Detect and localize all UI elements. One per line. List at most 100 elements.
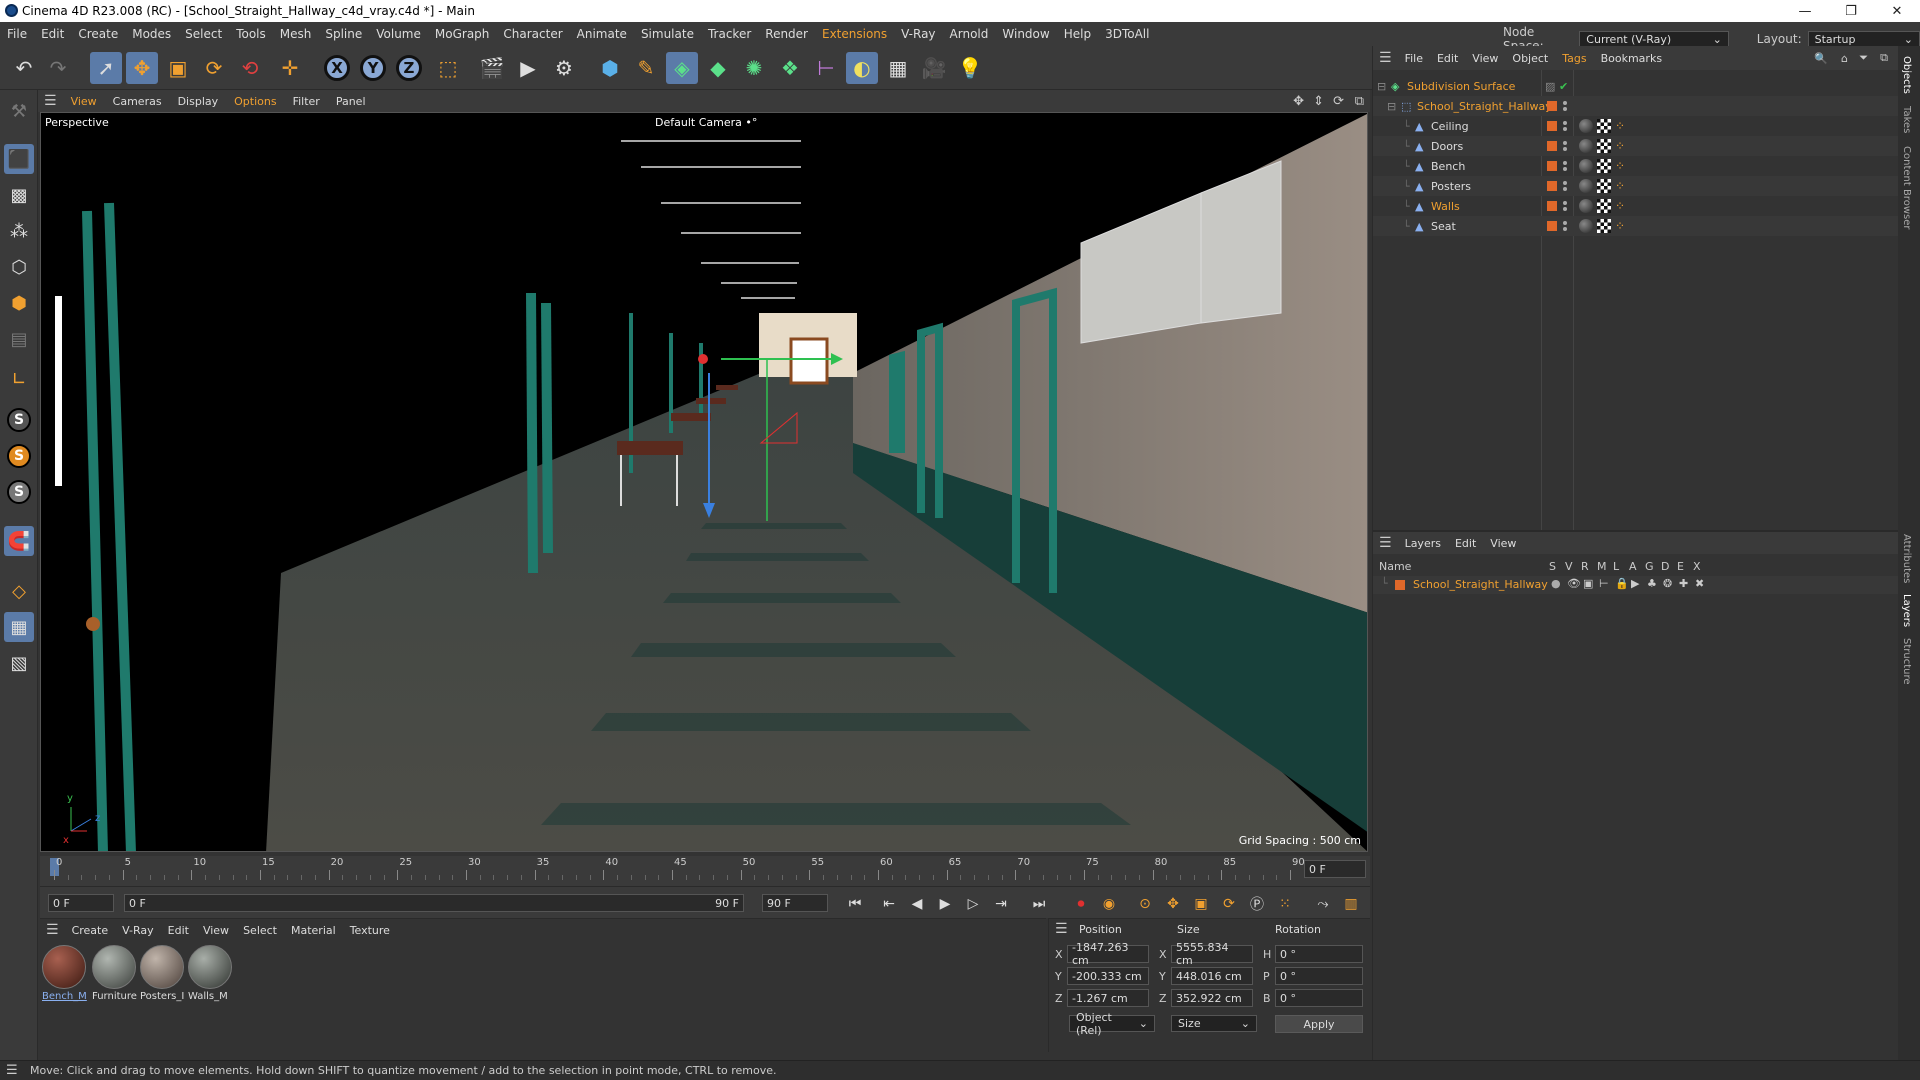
layer-column-header[interactable]: G bbox=[1645, 560, 1656, 573]
menu-animate[interactable]: Animate bbox=[570, 27, 634, 41]
size-x-field[interactable]: 5555.834 cm bbox=[1171, 941, 1253, 967]
mat-menu-texture[interactable]: Texture bbox=[343, 924, 397, 937]
phong-tag-icon[interactable]: ⁘ bbox=[1615, 140, 1627, 152]
minimize-button[interactable]: — bbox=[1782, 0, 1828, 22]
size-mode-dropdown[interactable]: Size ⌄ bbox=[1171, 1015, 1257, 1032]
render-dot[interactable] bbox=[1563, 147, 1567, 151]
coordinate-system-button[interactable]: ⬚ bbox=[432, 52, 464, 84]
render-view-button[interactable]: 🎬 bbox=[476, 52, 508, 84]
vp-menu-display[interactable]: Display bbox=[170, 95, 227, 108]
mat-menu-view[interactable]: View bbox=[196, 924, 236, 937]
menu-mograph[interactable]: MoGraph bbox=[428, 27, 497, 41]
hamburger-icon[interactable]: ☰ bbox=[38, 93, 63, 109]
polygons-mode-button[interactable]: ⬢ bbox=[4, 288, 34, 318]
render-settings-button[interactable]: ⚙ bbox=[548, 52, 580, 84]
layer-column-header[interactable]: X bbox=[1693, 560, 1704, 573]
layer-color-swatch[interactable] bbox=[1395, 580, 1405, 590]
phong-tag-icon[interactable]: ⁘ bbox=[1615, 120, 1627, 132]
hamburger-icon[interactable]: ☰ bbox=[6, 1063, 18, 1078]
motion-mode-button[interactable]: ⤳ bbox=[1312, 893, 1334, 915]
vp-menu-panel[interactable]: Panel bbox=[328, 95, 374, 108]
material-swatch[interactable]: Posters_I bbox=[140, 945, 186, 1005]
render-icon[interactable]: ▣ bbox=[1583, 577, 1593, 590]
material-swatch[interactable]: Furniture bbox=[92, 945, 138, 1005]
visibility-dot[interactable] bbox=[1563, 101, 1567, 105]
vray-material-tag-icon[interactable] bbox=[1579, 199, 1593, 213]
tab-objects[interactable]: Objects bbox=[1901, 56, 1912, 94]
layer-column-header[interactable]: V bbox=[1565, 560, 1576, 573]
goto-start-button[interactable]: ⏮ bbox=[844, 893, 866, 915]
visibility-dot[interactable] bbox=[1563, 141, 1567, 145]
menu-3dtoall[interactable]: 3DToAll bbox=[1098, 27, 1156, 41]
pan-view-icon[interactable]: ✥ bbox=[1293, 94, 1304, 109]
phong-tag-icon[interactable]: ⁘ bbox=[1615, 200, 1627, 212]
points-mode-button[interactable]: ⁂ bbox=[4, 216, 34, 246]
tab-takes[interactable]: Takes bbox=[1901, 106, 1912, 133]
hamburger-icon[interactable]: ☰ bbox=[40, 922, 65, 938]
menu-tracker[interactable]: Tracker bbox=[701, 27, 758, 41]
mat-menu-edit[interactable]: Edit bbox=[161, 924, 196, 937]
voronoi-button[interactable]: ❖ bbox=[774, 52, 806, 84]
menu-character[interactable]: Character bbox=[496, 27, 569, 41]
undo-button[interactable]: ↶ bbox=[8, 52, 40, 84]
deformer-button[interactable]: ⊢ bbox=[810, 52, 842, 84]
home-icon[interactable]: ⌂ bbox=[1841, 52, 1848, 65]
vp-menu-view[interactable]: View bbox=[63, 95, 105, 108]
obj-menu-edit[interactable]: Edit bbox=[1430, 52, 1465, 65]
rotation-h-field[interactable]: 0 ° bbox=[1275, 945, 1363, 963]
start-frame-field[interactable]: 0 F bbox=[48, 894, 114, 912]
obj-menu-bookmarks[interactable]: Bookmarks bbox=[1594, 52, 1669, 65]
uvw-tag-icon[interactable] bbox=[1597, 159, 1611, 173]
object-row-child[interactable]: └ ▲ Posters ⁘ bbox=[1373, 176, 1899, 196]
tab-layers[interactable]: Layers bbox=[1901, 594, 1912, 627]
move-tool-button[interactable]: ✥ bbox=[126, 52, 158, 84]
render-dot[interactable] bbox=[1563, 227, 1567, 231]
scale-tool-button[interactable]: ▣ bbox=[162, 52, 194, 84]
menu-select[interactable]: Select bbox=[178, 27, 229, 41]
layer-menu-view[interactable]: View bbox=[1483, 537, 1523, 550]
autokey-button[interactable]: ◉ bbox=[1098, 893, 1120, 915]
menu-window[interactable]: Window bbox=[995, 27, 1056, 41]
current-frame-field[interactable]: 0 F bbox=[1304, 860, 1366, 878]
layer-column-header[interactable]: L bbox=[1613, 560, 1624, 573]
layer-row[interactable]: └ School_Straight_Hallway ● 👁 ▣ ⊢ 🔒 ▶ ♣ … bbox=[1373, 576, 1899, 594]
menu-edit[interactable]: Edit bbox=[34, 27, 71, 41]
viewport-camera-name[interactable]: Default Camera •° bbox=[655, 116, 757, 129]
position-z-field[interactable]: -1.267 cm bbox=[1067, 989, 1149, 1007]
timeline-ruler[interactable]: 0 5 10 15 20 25 30 35 40 45 50 55 60 65 70 75 80 85 90 0 F bbox=[40, 856, 1370, 886]
z-axis-button[interactable]: Z bbox=[396, 55, 422, 81]
mat-menu-vray[interactable]: V-Ray bbox=[115, 924, 161, 937]
animation-icon[interactable]: ▶ bbox=[1631, 577, 1639, 590]
apply-button[interactable]: Apply bbox=[1275, 1015, 1363, 1033]
render-dot[interactable] bbox=[1563, 127, 1567, 131]
play-button[interactable]: ▶ bbox=[934, 893, 956, 915]
key-scale-button[interactable]: ▣ bbox=[1190, 893, 1212, 915]
texture-mode-button[interactable]: ▩ bbox=[4, 180, 34, 210]
mat-menu-material[interactable]: Material bbox=[284, 924, 343, 937]
object-row-subdivision[interactable]: ⊟ ◈ Subdivision Surface ▨ ✔ bbox=[1373, 76, 1899, 96]
rotate-view-icon[interactable]: ⟳ bbox=[1333, 94, 1344, 109]
key-pla-button[interactable]: ⁙ bbox=[1274, 893, 1296, 915]
end-frame-field[interactable]: 90 F bbox=[762, 894, 828, 912]
render-dot[interactable] bbox=[1563, 207, 1567, 211]
viewport-perspective[interactable]: y z x Perspective Default Camera •° Grid… bbox=[40, 112, 1368, 852]
timeline-window-button[interactable]: ▥ bbox=[1340, 893, 1362, 915]
menu-spline[interactable]: Spline bbox=[318, 27, 369, 41]
visibility-dot[interactable] bbox=[1563, 121, 1567, 125]
solo-dot-icon[interactable]: ● bbox=[1551, 577, 1561, 590]
manager-icon[interactable]: ⊢ bbox=[1599, 577, 1609, 590]
uvw-tag-icon[interactable] bbox=[1597, 179, 1611, 193]
vray-material-tag-icon[interactable] bbox=[1579, 219, 1593, 233]
obj-menu-object[interactable]: Object bbox=[1505, 52, 1555, 65]
lock-icon[interactable]: 🔒 bbox=[1615, 577, 1629, 590]
menu-create[interactable]: Create bbox=[71, 27, 125, 41]
field-button[interactable]: ◐ bbox=[846, 52, 878, 84]
new-window-icon[interactable]: ⧉ bbox=[1880, 51, 1888, 65]
light-button[interactable]: 💡 bbox=[954, 52, 986, 84]
rotate-tool-button[interactable]: ⟳ bbox=[198, 52, 230, 84]
visibility-dot[interactable] bbox=[1563, 201, 1567, 205]
layer-column-header[interactable]: D bbox=[1661, 560, 1672, 573]
phong-tag-icon[interactable]: ⁘ bbox=[1615, 220, 1627, 232]
expand-icon[interactable]: ⊟ bbox=[1377, 80, 1386, 93]
menu-modes[interactable]: Modes bbox=[125, 27, 178, 41]
